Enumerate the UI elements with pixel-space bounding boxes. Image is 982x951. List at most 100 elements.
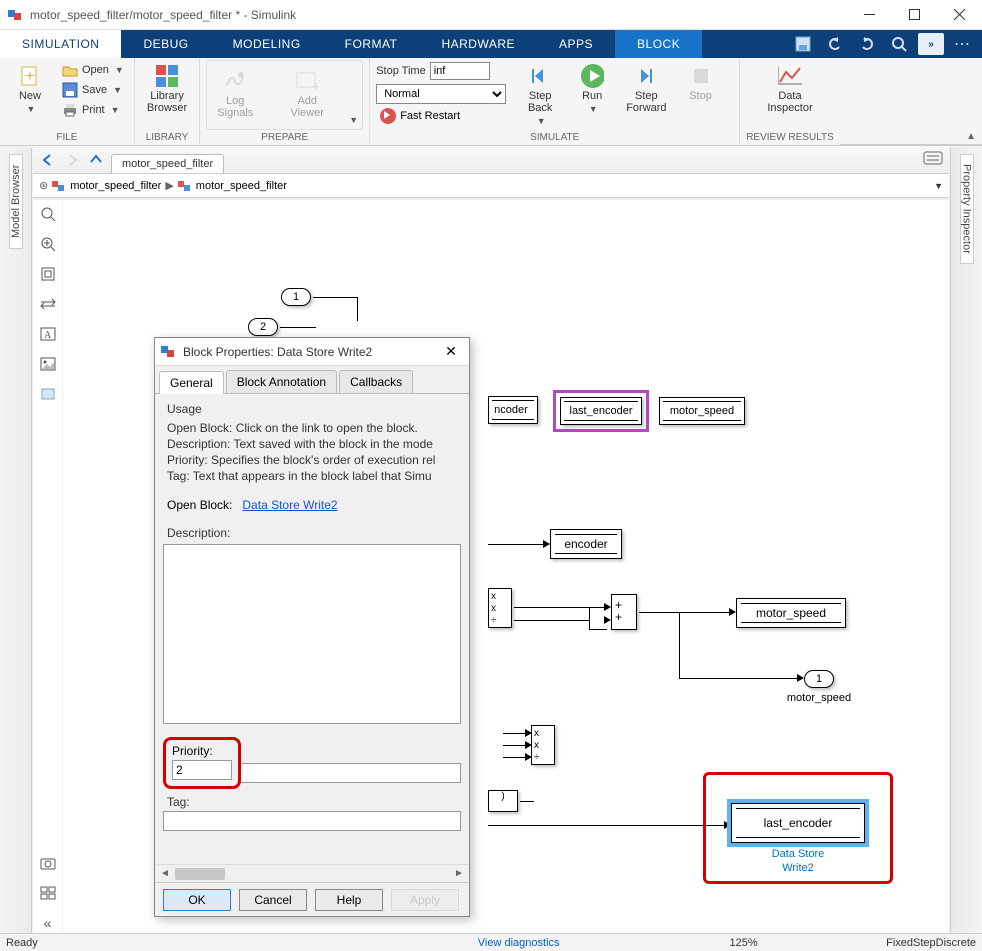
scroll-thumb[interactable]: [175, 868, 225, 880]
sim-mode-select[interactable]: Normal: [376, 84, 506, 104]
dsm-last-encoder[interactable]: last_encoder: [560, 397, 642, 425]
model-icon: [52, 179, 66, 193]
fit-selection-icon[interactable]: [38, 264, 58, 284]
search-icon[interactable]: [886, 33, 912, 55]
view-diagnostics-link[interactable]: View diagnostics: [478, 937, 560, 949]
dsm-motor-speed[interactable]: motor_speed: [659, 397, 745, 425]
close-button[interactable]: [937, 0, 982, 30]
fit-view-icon[interactable]: [38, 204, 58, 224]
tab-block[interactable]: BLOCK: [615, 30, 702, 58]
dialog-h-scrollbar[interactable]: ◄ ►: [155, 864, 469, 882]
status-bar: Ready View diagnostics 125% FixedStepDis…: [0, 933, 982, 951]
help-button[interactable]: Help: [315, 889, 383, 911]
block-properties-dialog: Block Properties: Data Store Write2 ✕ Ge…: [154, 337, 470, 917]
tab-apps[interactable]: APPS: [537, 30, 615, 58]
ribbon-collapse-icon[interactable]: ▲: [966, 131, 976, 142]
group-file: + New ▼ Open▼ Save▼ Print▼ FILE: [0, 58, 135, 145]
svg-text:+: +: [25, 68, 34, 85]
path-child[interactable]: motor_speed_filter: [196, 180, 287, 192]
redo-icon[interactable]: [854, 33, 880, 55]
outport-1[interactable]: 1: [804, 670, 834, 688]
svg-text:+: +: [312, 78, 319, 93]
scroll-right-icon[interactable]: ►: [451, 868, 467, 879]
priority-input[interactable]: [172, 760, 232, 780]
stoptime-input[interactable]: [430, 62, 490, 80]
run-button[interactable]: Run▼: [568, 60, 616, 118]
zoom-icon[interactable]: [38, 234, 58, 254]
model-browser-tab: Model Browser: [0, 148, 32, 933]
keyboard-icon[interactable]: [923, 151, 945, 169]
openblock-link[interactable]: Data Store Write2: [242, 498, 337, 512]
expand-icon[interactable]: »: [918, 33, 944, 55]
description-textarea[interactable]: [163, 544, 461, 724]
screenshot-icon[interactable]: [38, 853, 58, 873]
property-inspector-toggle[interactable]: Property Inspector: [960, 154, 974, 264]
dialog-icon: [161, 344, 177, 360]
tag-input[interactable]: [163, 811, 461, 831]
nav-back-icon[interactable]: [37, 150, 59, 170]
dsm-encoder-partial[interactable]: ncoder: [488, 396, 538, 424]
nav-up-icon[interactable]: [85, 150, 107, 170]
print-button[interactable]: Print▼: [58, 100, 128, 120]
dialog-tab-general[interactable]: General: [159, 371, 224, 394]
dialog-close-icon[interactable]: ✕: [439, 340, 463, 364]
tab-hardware[interactable]: HARDWARE: [419, 30, 537, 58]
model-browser-toggle[interactable]: Model Browser: [9, 154, 23, 249]
area-icon[interactable]: [38, 384, 58, 404]
path-dropdown-icon[interactable]: ▼: [934, 181, 943, 191]
step-forward-button[interactable]: Step Forward: [620, 60, 672, 118]
tab-simulation[interactable]: SIMULATION: [0, 30, 121, 58]
library-browser-button[interactable]: Library Browser: [141, 60, 193, 118]
sum-block[interactable]: ++: [611, 594, 637, 630]
model-data-icon[interactable]: [38, 883, 58, 903]
subsystem-icon: [178, 179, 192, 193]
tab-format[interactable]: FORMAT: [323, 30, 420, 58]
inport-1[interactable]: 1: [281, 288, 311, 306]
tab-debug[interactable]: DEBUG: [121, 30, 210, 58]
group-prepare-label: PREPARE: [206, 130, 363, 145]
new-button[interactable]: + New ▼: [6, 60, 54, 118]
tab-modeling[interactable]: MODELING: [211, 30, 323, 58]
openblock-label: Open Block:: [167, 498, 232, 512]
scroll-left-icon[interactable]: ◄: [157, 868, 173, 879]
more-icon[interactable]: ⋯: [950, 34, 976, 54]
product-block-1[interactable]: xx÷: [488, 588, 512, 628]
undo-icon[interactable]: [822, 33, 848, 55]
path-root[interactable]: motor_speed_filter: [70, 180, 161, 192]
gain-block[interactable]: ): [488, 790, 518, 812]
maximize-button[interactable]: [892, 0, 937, 30]
group-simulate-label: SIMULATE: [376, 130, 733, 145]
dsw-last-encoder-caption-2: Write2: [753, 862, 843, 874]
dialog-tab-annotation[interactable]: Block Annotation: [226, 370, 337, 393]
step-back-button[interactable]: Step Back▼: [516, 60, 564, 130]
dialog-tabs: General Block Annotation Callbacks: [155, 366, 469, 394]
log-signals-button: Log Signals: [211, 65, 259, 123]
dsw-encoder[interactable]: encoder: [550, 529, 622, 559]
cancel-button[interactable]: Cancel: [239, 889, 307, 911]
hide-browser-icon[interactable]: ⊛: [39, 179, 48, 192]
fast-restart-button[interactable]: Fast Restart: [376, 106, 506, 126]
data-inspector-button[interactable]: Data Inspector: [761, 60, 818, 118]
image-icon[interactable]: [38, 354, 58, 374]
ok-button[interactable]: OK: [163, 889, 231, 911]
chevron-right-icon: ▶: [165, 179, 173, 192]
minimize-button[interactable]: [847, 0, 892, 30]
dialog-title-bar[interactable]: Block Properties: Data Store Write2 ✕: [155, 338, 469, 366]
solver-label[interactable]: FixedStepDiscrete: [886, 937, 976, 949]
stoptime-label: Stop Time: [376, 65, 426, 77]
product-block-2[interactable]: xx÷: [531, 725, 555, 765]
dsw-last-encoder[interactable]: last_encoder: [731, 803, 865, 843]
nav-forward-icon: [61, 150, 83, 170]
model-tab[interactable]: motor_speed_filter: [111, 154, 224, 173]
zoom-level[interactable]: 125%: [730, 937, 758, 949]
save-button[interactable]: Save▼: [58, 80, 128, 100]
inport-2[interactable]: 2: [248, 318, 278, 336]
dialog-tab-callbacks[interactable]: Callbacks: [339, 370, 413, 393]
dsw-motor-speed[interactable]: motor_speed: [736, 598, 846, 628]
save-icon[interactable]: [790, 33, 816, 55]
open-button[interactable]: Open▼: [58, 60, 128, 80]
toggle-sample-time-icon[interactable]: [38, 294, 58, 314]
annotation-icon[interactable]: A: [38, 324, 58, 344]
collapse-icon[interactable]: «: [38, 913, 58, 933]
group-file-label: FILE: [6, 130, 128, 145]
